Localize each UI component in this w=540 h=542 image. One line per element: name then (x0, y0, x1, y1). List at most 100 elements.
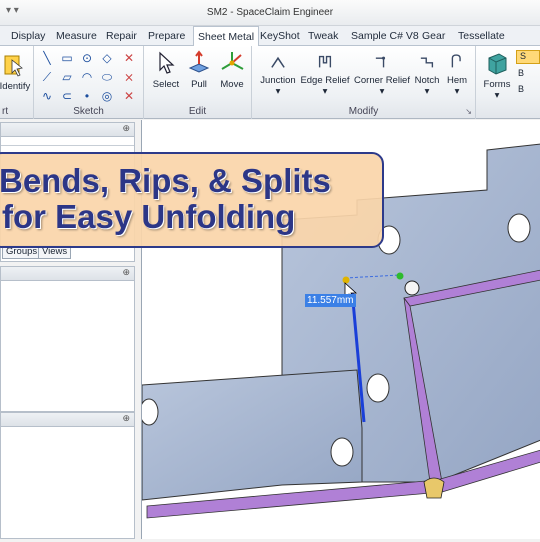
ellipse-tool-icon[interactable]: ⬭ (100, 70, 114, 84)
trim-tool-icon[interactable]: ✕ (122, 51, 136, 65)
tab-tweak[interactable]: Tweak (304, 29, 342, 46)
sketch-group-label: Sketch (73, 106, 104, 117)
corner-relief-top[interactable] (404, 280, 420, 296)
options-pin-icon[interactable]: ⊕ (122, 267, 130, 278)
properties-pin-icon[interactable]: ⊕ (122, 413, 130, 424)
corner-relief-label: Corner Relief (354, 75, 410, 86)
tab-sheet-metal[interactable]: Sheet Metal (193, 26, 260, 47)
dimension-handle-icon[interactable] (342, 276, 350, 284)
structure-panel-header: ⊕ (1, 123, 134, 137)
right-tool-b2[interactable]: B (518, 84, 524, 94)
edit-group: Select Pull Move Edit (144, 46, 252, 119)
hem-icon (451, 54, 461, 68)
left-flange-face[interactable] (141, 369, 363, 501)
tab-display[interactable]: Display (7, 29, 49, 46)
select-label: Select (152, 79, 180, 90)
select-arrow-icon (159, 51, 175, 74)
right-tool-s-label: S (520, 51, 527, 61)
forms-label: Forms (483, 79, 511, 90)
rectangle-tool-icon[interactable]: ▭ (60, 51, 74, 65)
options-panel: ⊕ (0, 266, 135, 412)
identify-label: Identify (0, 81, 31, 92)
hem-dropdown-icon[interactable]: ▾ (443, 86, 471, 97)
dialog-launcher-icon[interactable]: ↘ (465, 107, 472, 116)
properties-panel: ⊕ (0, 412, 135, 539)
tab-measure[interactable]: Measure (52, 29, 101, 46)
fillet-tool-icon[interactable]: ⨯ (122, 70, 136, 84)
hole-4[interactable] (330, 437, 354, 467)
modify-group: Junction ▾ Edge Relief ▾ Corner Relief ▾… (252, 46, 476, 119)
split-tool-icon[interactable]: ✕ (122, 89, 136, 103)
banner-line-1: Bends, Rips, & Splits (0, 162, 331, 199)
right-tool-b1-label: B (518, 68, 525, 78)
right-tool-s[interactable]: S (516, 50, 540, 64)
move-button[interactable]: Move (216, 50, 248, 90)
circle-tool-icon[interactable]: ⊙ (80, 51, 94, 65)
modify-group-label: Modify (348, 106, 379, 117)
ribbon: Identify rt ╲ ▭ ⊙ ◇ ✕ ⟋ ▱ ◠ ⬭ ⨯ ∿ ⊂ • ◎ … (0, 46, 540, 119)
polygon-tool-icon[interactable]: ◇ (100, 51, 114, 65)
edit-group-label: Edit (188, 106, 207, 117)
insert-group-label: rt (2, 106, 9, 117)
right-tool-b1[interactable]: B (518, 68, 524, 78)
oblong-tool-icon[interactable]: ⊂ (60, 89, 74, 103)
hole-2[interactable] (507, 213, 531, 243)
notch-button[interactable]: Notch ▾ (411, 52, 443, 97)
tab-sample-cs-v8[interactable]: Sample C# V8 (347, 29, 423, 46)
junction-icon (271, 56, 285, 68)
hem-button[interactable]: Hem ▾ (443, 52, 471, 97)
identify-icon (4, 55, 23, 77)
corner-relief-dropdown-icon[interactable]: ▾ (353, 86, 411, 97)
arc-tool-icon[interactable]: ◠ (80, 70, 94, 84)
ribbon-tab-bar: Display Measure Repair Prepare Sheet Met… (0, 26, 540, 47)
panel-divider (1, 145, 134, 146)
junction-label: Junction (260, 75, 296, 86)
notch-dropdown-icon[interactable]: ▾ (411, 86, 443, 97)
edge-relief-dropdown-icon[interactable]: ▾ (299, 86, 351, 97)
pull-button[interactable]: Pull (184, 50, 214, 90)
junction-dropdown-icon[interactable]: ▾ (258, 86, 298, 97)
forms-button[interactable]: Forms ▾ (480, 50, 514, 101)
hem-label: Hem (446, 75, 468, 86)
line-tool-icon[interactable]: ╲ (40, 51, 54, 65)
options-panel-header: ⊕ (1, 267, 134, 281)
properties-panel-header: ⊕ (1, 413, 134, 427)
dimension-value-box[interactable]: 11.557mm (305, 294, 356, 307)
offset-tool-icon[interactable]: ◎ (100, 89, 114, 103)
tab-prepare[interactable]: Prepare (144, 29, 189, 46)
insert-group: Identify rt (0, 46, 34, 119)
identify-button[interactable]: Identify (0, 52, 32, 92)
move-label: Move (220, 79, 244, 90)
tangent-line-icon[interactable]: ⟋ (40, 70, 54, 84)
pin-icon[interactable]: ⊕ (122, 123, 130, 134)
hole-3[interactable] (366, 373, 390, 403)
sketch-group: ╲ ▭ ⊙ ◇ ✕ ⟋ ▱ ◠ ⬭ ⨯ ∿ ⊂ • ◎ ✕ Sketch (34, 46, 144, 119)
pull-icon (188, 50, 210, 73)
tab-gear[interactable]: Gear (418, 29, 449, 46)
right-tool-b2-label: B (518, 84, 525, 94)
banner-line-2: for Easy Unfolding (2, 198, 296, 235)
edge-relief-button[interactable]: Edge Relief ▾ (299, 52, 351, 97)
spline-tool-icon[interactable]: ∿ (40, 89, 54, 103)
tab-tessellate[interactable]: Tessellate (454, 29, 509, 46)
edge-relief-icon (318, 55, 332, 68)
junction-button[interactable]: Junction ▾ (258, 52, 298, 97)
corner-relief-icon (375, 56, 386, 68)
notch-label: Notch (414, 75, 440, 86)
forms-dropdown-icon[interactable]: ▾ (480, 90, 514, 101)
corner-relief-button[interactable]: Corner Relief ▾ (353, 52, 411, 97)
pull-label: Pull (191, 79, 207, 90)
forms-group: Forms ▾ (478, 46, 514, 119)
tab-repair[interactable]: Repair (102, 29, 141, 46)
select-button[interactable]: Select (150, 50, 182, 90)
tab-keyshot[interactable]: KeyShot (256, 29, 304, 46)
window-title: SM2 - SpaceClaim Engineer (206, 7, 334, 18)
move-icon (221, 52, 244, 70)
forms-icon (488, 53, 507, 75)
point-tool-icon[interactable]: • (80, 89, 94, 103)
corner-relief-bottom[interactable] (423, 477, 445, 499)
hole-5[interactable] (139, 398, 159, 426)
three-point-rect-icon[interactable]: ▱ (60, 70, 74, 84)
title-banner: Bends, Rips, & Splits for Easy Unfolding (0, 152, 384, 248)
anchor-point-icon[interactable] (396, 272, 404, 280)
